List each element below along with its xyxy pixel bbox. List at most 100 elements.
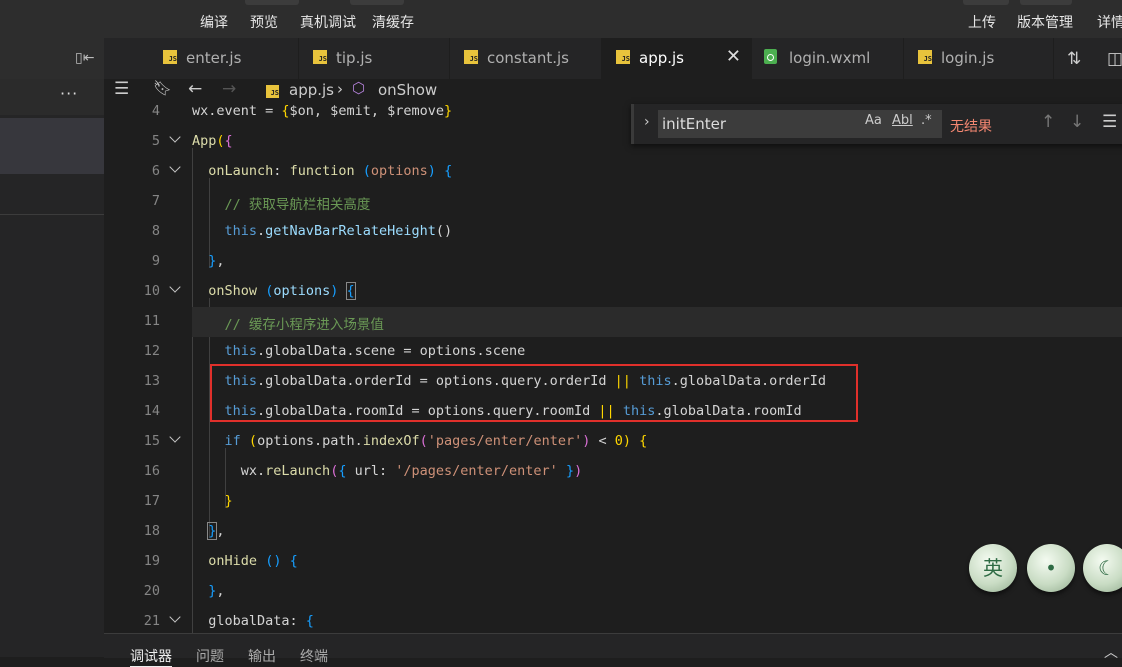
highlight-annotation-box [210,364,858,422]
code-line: 20 }, [104,577,1122,607]
match-case-icon[interactable]: Aa [865,113,882,128]
js-file-icon: JS [464,50,478,64]
details-button[interactable]: 详情 [1097,12,1122,32]
ime-language-label: 英 [983,556,1003,580]
tab-label: constant.js [487,49,569,67]
line-number: 8 [151,223,160,239]
editor-tab-bar: JS enter.js JS tip.js JS constant.js JS … [104,38,1122,79]
explorer-divider [0,214,104,215]
tab-output[interactable]: 输出 [248,646,276,666]
code-line: 7 // 获取导航栏相关高度 [104,187,1122,217]
tab-enter-js[interactable]: JS enter.js [149,38,299,79]
tab-login-js[interactable]: JS login.js [904,38,1054,79]
ime-punctuation-button[interactable]: • [1027,544,1075,592]
upload-button[interactable]: 上传 [968,12,996,32]
tab-problems[interactable]: 问题 [196,646,224,666]
code-comment: // 获取导航栏相关高度 [224,197,371,213]
fold-chevron-icon[interactable] [168,132,182,146]
punctuation-dot-icon: • [1045,556,1057,580]
git-compare-icon[interactable]: ⇅ [1067,49,1081,69]
moon-icon: ☾ [1098,556,1116,580]
js-file-icon: JS [163,50,177,64]
line-number: 17 [143,493,160,509]
find-result-status: 无结果 [950,119,992,135]
js-file-icon: JS [616,50,630,64]
line-number: 14 [143,403,160,419]
code-line: 12 this.globalData.scene = options.scene [104,337,1122,367]
tab-tip-js[interactable]: JS tip.js [299,38,450,79]
previous-match-icon[interactable]: ↑ [1041,112,1055,132]
tab-label: tip.js [336,49,373,67]
fold-chevron-icon[interactable] [168,612,182,626]
tab-login-wxml[interactable]: login.wxml [752,38,904,79]
code-line: 8 this.getNavBarRelateHeight() [104,217,1122,247]
code-line: 17 } [104,487,1122,517]
back-arrow-icon[interactable]: ← [188,79,202,99]
js-file-icon: JS [918,50,932,64]
remote-debug-button[interactable]: 真机调试 [300,12,356,32]
close-tab-icon[interactable]: ✕ [726,46,741,67]
bottom-panel: 调试器 问题 输出 终端 ︿ [104,633,1122,667]
code-line: 10 onShow (options) { [104,277,1122,307]
line-number: 5 [151,133,160,149]
more-actions-icon[interactable]: ··· [60,84,78,103]
line-number: 18 [143,523,160,539]
js-file-icon: JS [313,50,327,64]
code-line-current: 11 // 缓存小程序进入场景值 [104,307,1122,337]
js-file-icon: JS [266,85,279,98]
tab-label: app.js [639,49,684,67]
bookmark-icon[interactable]: 🔖︎ [153,79,172,97]
line-number: 15 [143,433,160,449]
code-line: 9 }, [104,247,1122,277]
find-in-selection-icon[interactable]: ☰ [1102,112,1117,132]
find-input-value: initEnter [662,115,726,133]
line-number: 10 [143,283,160,299]
code-line: 16 wx.reLaunch({ url: '/pages/enter/ente… [104,457,1122,487]
find-widget: › initEnter Aa Abl .* 无结果 ↑ ↓ ☰ [631,104,1122,144]
ime-language-button[interactable]: 英 [969,544,1017,592]
breadcrumb: ☰ 🔖︎ ← → JS app.js › ⬡ onShow [104,79,1122,103]
explorer-header: ▯⇤ [0,38,104,79]
tab-app-js[interactable]: JS app.js ✕ [602,38,752,79]
fold-chevron-icon[interactable] [168,162,182,176]
collapse-sidebar-icon[interactable]: ▯⇤ [75,50,94,66]
chevron-up-icon[interactable]: ︿ [1104,642,1118,662]
line-number: 4 [151,103,160,119]
explorer-section-header [0,79,104,115]
preview-button[interactable]: 预览 [250,12,278,32]
match-whole-word-icon[interactable]: Abl [892,113,913,128]
wxml-file-icon [764,49,777,64]
next-match-icon[interactable]: ↓ [1070,112,1084,132]
line-number: 12 [143,343,160,359]
fold-chevron-icon[interactable] [168,432,182,446]
code-comment: // 缓存小程序进入场景值 [224,317,384,333]
code-line: 15 if (options.path.indexOf('pages/enter… [104,427,1122,457]
tab-label: login.js [941,49,995,67]
compile-button[interactable]: 编译 [200,12,228,32]
line-number: 16 [143,463,160,479]
tab-terminal[interactable]: 终端 [300,646,328,666]
forward-arrow-icon[interactable]: → [222,79,236,99]
line-number: 21 [143,613,160,629]
version-management-button[interactable]: 版本管理 [1017,12,1073,32]
line-number: 19 [143,553,160,569]
outline-list-icon[interactable]: ☰ [114,79,129,99]
method-symbol-icon: ⬡ [352,79,366,97]
code-line: 6 onLaunch: function (options) { [104,157,1122,187]
line-number: 7 [151,193,160,209]
explorer-selected-item[interactable] [0,118,104,174]
breadcrumb-symbol[interactable]: onShow [378,81,437,99]
explorer-panel: ▯⇤ ··· [0,38,104,657]
breadcrumb-file[interactable]: app.js [289,81,334,99]
line-number: 6 [151,163,160,179]
split-editor-icon[interactable]: ◫ [1107,49,1122,69]
clear-cache-button[interactable]: 清缓存 [372,12,414,32]
tab-constant-js[interactable]: JS constant.js [450,38,602,79]
fold-chevron-icon[interactable] [168,282,182,296]
toggle-replace-chevron-icon[interactable]: › [644,114,650,130]
code-line: 18 }, [104,517,1122,547]
regex-icon[interactable]: .* [921,113,932,128]
breadcrumb-separator-icon: › [337,80,343,98]
top-toolbar: 编译 预览 真机调试 清缓存 上传 版本管理 详情 [0,0,1122,38]
code-line: 21 globalData: { [104,607,1122,633]
